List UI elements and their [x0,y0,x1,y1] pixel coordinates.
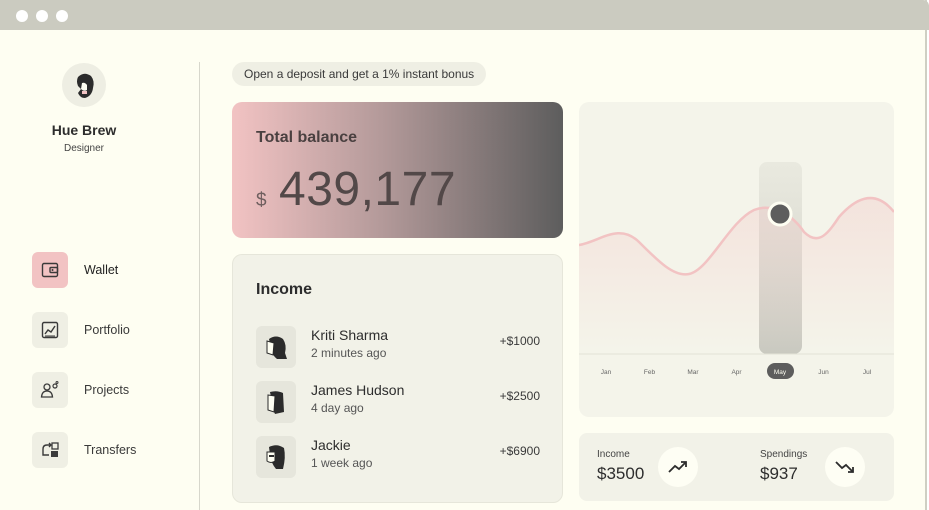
sidebar-item-portfolio[interactable]: Portfolio [32,312,130,348]
x-tick-label[interactable]: Apr [731,369,742,376]
bearded-man-avatar-icon [77,73,94,98]
x-tick-label[interactable]: Mar [687,369,699,376]
income-stat-label: Income [597,449,630,460]
transaction-time: 1 week ago [311,456,373,470]
window-maximize-button[interactable] [56,10,68,22]
sidebar-item-label: Portfolio [84,323,130,337]
selected-point[interactable] [767,201,793,227]
list-item[interactable]: Jackie 1 week ago +$6900 [256,436,540,480]
income-stat-value: $3500 [597,464,645,483]
spendings-stat-value: $937 [760,464,798,483]
app-window: Hue Brew Designer Wallet Portfolio Proje… [0,0,929,510]
spendings-trend-button[interactable] [825,447,865,487]
transfer-icon [32,432,68,468]
list-item[interactable]: Kriti Sharma 2 minutes ago +$1000 [256,326,540,370]
sidebar-item-label: Wallet [84,263,119,277]
balance-currency: $ [256,190,267,211]
window-minimize-button[interactable] [36,10,48,22]
sidebar-item-wallet[interactable]: Wallet [32,252,118,288]
income-card: Income Kriti Sharma 2 minutes ago +$1000… [232,254,563,503]
x-tick-label[interactable]: Jul [863,369,872,376]
transaction-time: 2 minutes ago [311,346,387,360]
transaction-time: 4 day ago [311,401,364,415]
promo-banner[interactable]: Open a deposit and get a 1% instant bonu… [232,62,487,86]
trending-down-icon [835,461,854,473]
transaction-name: Jackie [311,437,351,453]
avatar[interactable] [62,63,106,107]
income-trend-button[interactable] [658,447,698,487]
title-bar [0,0,929,30]
user-role: Designer [63,143,105,154]
transaction-name: Kriti Sharma [311,327,389,343]
team-icon [32,372,68,408]
chart-area [579,198,894,352]
trending-up-icon [668,461,687,473]
x-tick-label[interactable]: Feb [644,369,656,376]
transaction-amount: +$6900 [499,444,540,458]
window-close-button[interactable] [16,10,28,22]
x-tick-label[interactable]: Jan [601,369,612,376]
transaction-name: James Hudson [311,382,405,398]
balance-title: Total balance [256,129,358,146]
avatar [256,381,296,423]
spendings-stat-label: Spendings [760,449,808,460]
income-chart: Jan Feb Mar Apr May Jun Jul [579,162,894,379]
x-tick-label[interactable]: May [774,369,787,376]
chart-icon [32,312,68,348]
stats-card: Income $3500 Spendings $937 [579,433,894,501]
avatar [256,326,296,368]
balance-amount: 439,177 [279,163,457,216]
x-tick-label[interactable]: Jun [818,369,829,376]
income-title: Income [256,281,313,298]
transaction-amount: +$1000 [499,334,540,348]
sidebar-item-transfers[interactable]: Transfers [32,432,136,468]
income-chart-card: Jan Feb Mar Apr May Jun Jul [579,102,894,417]
transaction-amount: +$2500 [499,389,540,403]
avatar [256,436,296,478]
sidebar-item-label: Projects [84,383,130,397]
wallet-icon [32,252,68,288]
sidebar-item-projects[interactable]: Projects [32,372,129,408]
total-balance-card: Total balance $ 439,177 [232,102,563,238]
sidebar-item-label: Transfers [84,443,137,457]
user-name: Hue Brew [51,122,117,138]
sidebar-divider [199,62,200,510]
list-item[interactable]: James Hudson 4 day ago +$2500 [256,381,540,425]
